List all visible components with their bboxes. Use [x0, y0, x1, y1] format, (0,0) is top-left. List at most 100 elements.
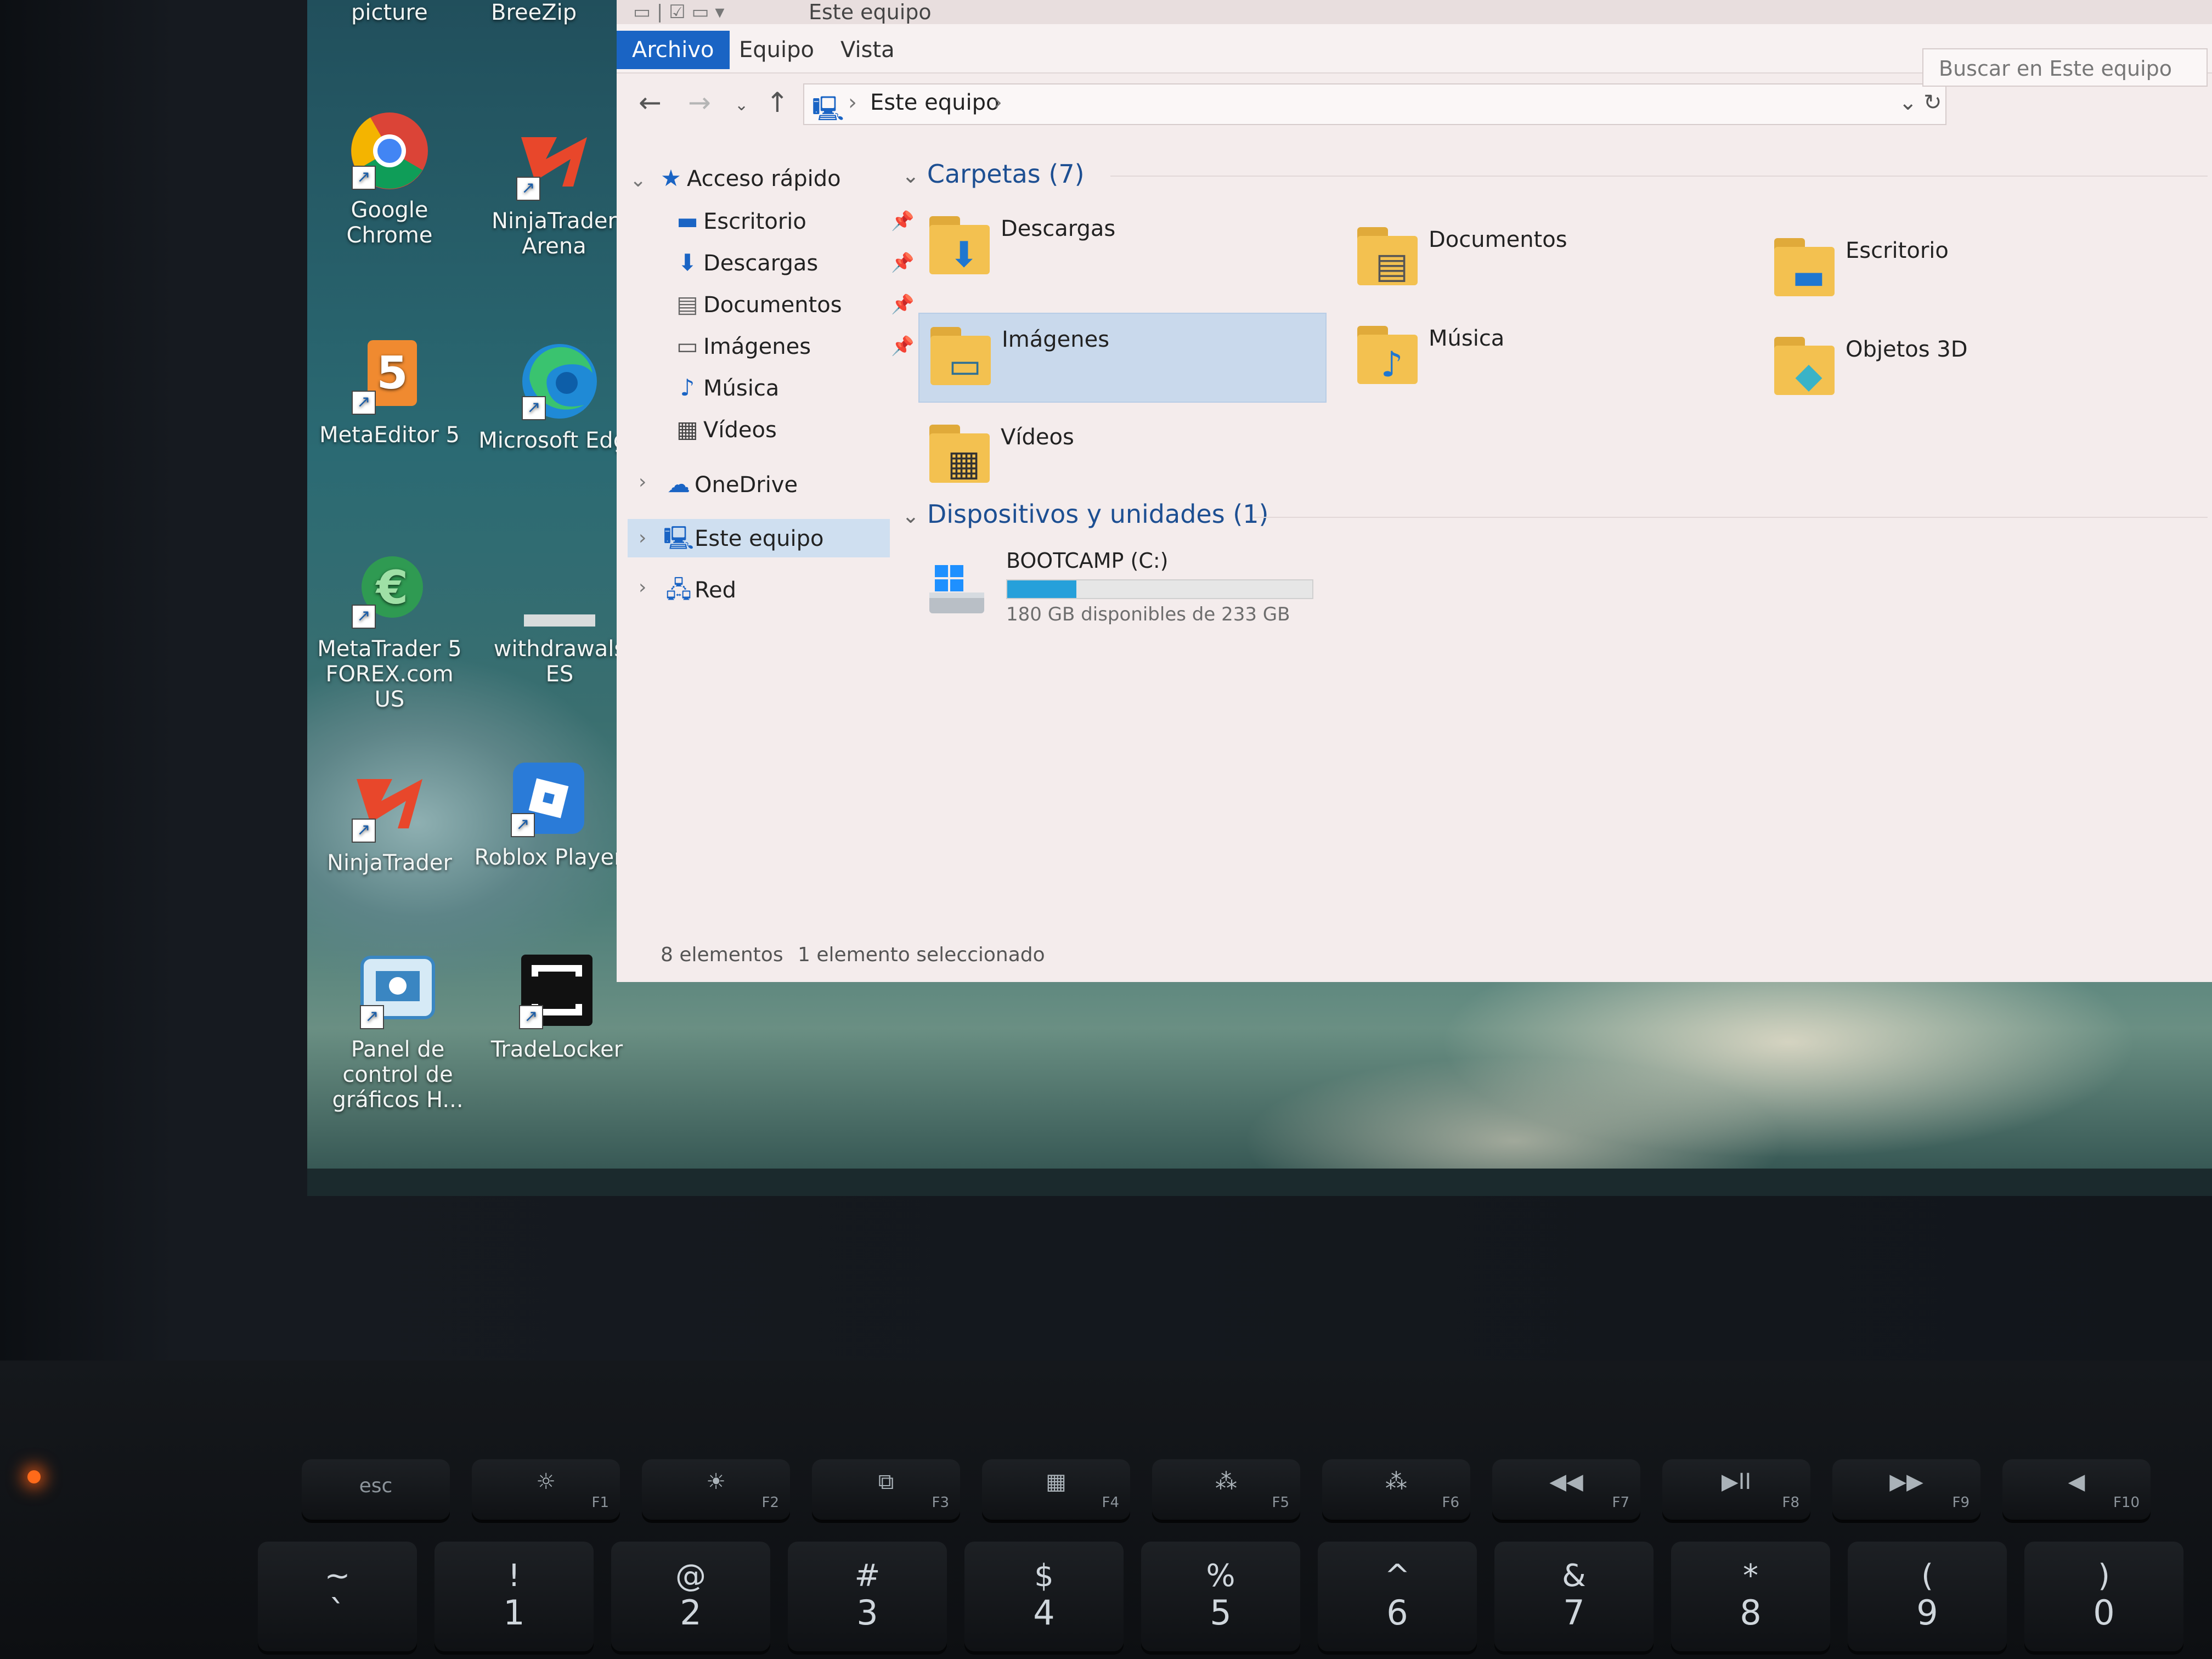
back-arrow-icon[interactable]: ← [639, 87, 662, 119]
breadcrumb-chevron-icon[interactable]: › [994, 90, 1002, 115]
network-icon: 🖧 [665, 576, 692, 603]
nav-descargas[interactable]: ⬇ Descargas 📌 [672, 244, 914, 282]
nav-escritorio[interactable]: ▬ Escritorio 📌 [672, 202, 914, 240]
nav-label: Imágenes [703, 334, 811, 359]
chevron-down-icon[interactable]: ⌄ [630, 169, 646, 191]
computer-icon: 🖳 [663, 524, 695, 551]
quick-access-toolbar[interactable]: ▭ | ☑ ▭ ▾ [633, 1, 724, 23]
key-f2[interactable]: ☀ F2 [642, 1459, 790, 1520]
film-icon: ▦ [947, 443, 981, 484]
desktop-icon-roblox[interactable]: ↗ Roblox Player [466, 757, 631, 870]
desktop-icon-intel-graphics[interactable]: ↗ Panel de control de gráficos H... [315, 949, 480, 1113]
key-2[interactable]: @2 [611, 1542, 770, 1651]
folder-icon: ♪ [1357, 318, 1423, 390]
folder-objetos-3d[interactable]: ◆ Objetos 3D [1763, 324, 2169, 411]
key-f10[interactable]: ◀ F10 [2002, 1459, 2151, 1520]
key-0[interactable]: ) 0 [2024, 1542, 2183, 1651]
key-label: 0 [2093, 1593, 2115, 1633]
tradelocker-icon: ↗ [516, 949, 598, 1031]
nav-este-equipo[interactable]: › 🖳Este equipo [628, 519, 890, 557]
folder-escritorio[interactable]: ▬ Escritorio [1763, 225, 2169, 313]
key-f8[interactable]: ▶II F8 [1662, 1459, 1810, 1520]
address-dropdown-icon[interactable]: ⌄ [1899, 90, 1917, 115]
nav-onedrive[interactable]: ☁ OneDrive [663, 465, 798, 504]
document-icon [518, 549, 601, 631]
key-6[interactable]: ^ 6 [1318, 1542, 1477, 1651]
chevron-right-icon[interactable]: › [639, 519, 646, 557]
desktop-icon-google-chrome[interactable]: ↗ Google Chrome [307, 110, 472, 248]
key-f9[interactable]: ▶▶ F9 [1832, 1459, 1980, 1520]
desktop-icon-ninjatrader-arena[interactable]: ↗ NinjaTrader Arena [472, 121, 636, 259]
folder-icon: ◆ [1774, 329, 1840, 400]
key-label: ⧉ [878, 1469, 894, 1494]
devices-group-header[interactable]: ⌄ Dispositivos y unidades (1) [902, 499, 1268, 529]
chevron-down-icon: ⌄ [902, 504, 919, 528]
recent-locations-chevron-icon[interactable]: ⌄ [735, 95, 748, 115]
nav-documentos[interactable]: ▤ Documentos 📌 [672, 285, 914, 324]
folder-icon: ▭ [930, 319, 996, 391]
key-esc[interactable]: esc [302, 1459, 450, 1520]
forward-arrow-icon[interactable]: → [688, 87, 711, 119]
key-fn-label: F2 [761, 1494, 780, 1511]
nav-label: Música [703, 376, 780, 401]
key-f5[interactable]: ⁂ F5 [1152, 1459, 1300, 1520]
search-input[interactable]: Buscar en Este equipo [1922, 48, 2208, 87]
key-f7[interactable]: ◀◀ F7 [1492, 1459, 1640, 1520]
nav-musica[interactable]: ♪ Música [672, 369, 780, 407]
key-f4[interactable]: ▦ F4 [982, 1459, 1130, 1520]
window-title: Este equipo [809, 0, 932, 24]
key-8[interactable]: * 8 [1671, 1542, 1830, 1651]
nav-videos[interactable]: ▦ Vídeos [672, 410, 777, 449]
up-arrow-icon[interactable]: ↑ [766, 87, 789, 119]
nav-imagenes[interactable]: ▭ Imágenes 📌 [672, 327, 914, 365]
key-3[interactable]: #3 [788, 1542, 947, 1651]
folder-documentos[interactable]: ▤ Documentos [1346, 214, 1752, 302]
key-7[interactable]: & 7 [1494, 1542, 1654, 1651]
folder-label: Objetos 3D [1846, 337, 1968, 362]
desktop-icon-metatrader[interactable]: € ↗ MetaTrader 5 FOREX.com US [307, 549, 472, 712]
chevron-right-icon[interactable]: › [639, 576, 646, 599]
folder-label: Imágenes [1002, 327, 1110, 352]
desktop-icon-tradelocker[interactable]: ↗ TradeLocker [475, 949, 639, 1062]
shortcut-arrow-icon: ↗ [522, 396, 546, 420]
svg-text:€: € [375, 561, 408, 614]
key-shift-label: ! [507, 1558, 521, 1594]
nav-acceso-rapido[interactable]: ★ Acceso rápido [655, 159, 840, 198]
desktop-icon-metaeditor[interactable]: 5 ↗ MetaEditor 5 [307, 335, 472, 448]
chevron-down-icon: ⌄ [902, 163, 919, 188]
tab-vista[interactable]: Vista [825, 31, 910, 69]
folder-icon: ▦ [929, 417, 995, 488]
drive-bootcamp[interactable]: BOOTCAMP (C:) 180 GB disponibles de 233 … [918, 549, 1357, 636]
key-`[interactable]: ~ ` [258, 1542, 417, 1651]
key-f1[interactable]: ☼ F1 [472, 1459, 620, 1520]
breadcrumb-este-equipo[interactable]: Este equipo [870, 90, 999, 115]
desktop-icon-ninjatrader[interactable]: ↗ NinjaTrader [307, 763, 472, 876]
folder-imagenes[interactable]: ▭ Imágenes [918, 313, 1327, 403]
folder-videos[interactable]: ▦ Vídeos [918, 411, 1324, 499]
nav-red[interactable]: 🖧 Red [663, 571, 736, 609]
folder-label: Vídeos [1001, 425, 1074, 450]
key-label: 4 [1033, 1593, 1055, 1633]
svg-text:5: 5 [376, 347, 408, 399]
key-1[interactable]: ! 1 [435, 1542, 594, 1651]
tab-archivo[interactable]: Archivo [617, 31, 730, 69]
folder-label: Descargas [1001, 216, 1116, 241]
chevron-right-icon[interactable]: › [639, 471, 646, 493]
key-shift-label: ( [1921, 1558, 1933, 1594]
key-f3[interactable]: ⧉ F3 [812, 1459, 960, 1520]
key-4[interactable]: $4 [964, 1542, 1124, 1651]
key-shift-label: * [1743, 1558, 1758, 1594]
address-bar[interactable]: 🖳 › Este equipo › ⌄ ↻ [803, 83, 1946, 125]
key-label: 6 [1386, 1593, 1408, 1633]
key-f6[interactable]: ⁂ F6 [1322, 1459, 1470, 1520]
folder-descargas[interactable]: ⬇ Descargas [918, 203, 1324, 291]
status-bar: 8 elementos 1 elemento seleccionado [617, 944, 2212, 977]
folder-musica[interactable]: ♪ Música [1346, 313, 1752, 400]
refresh-icon[interactable]: ↻ [1923, 90, 1942, 115]
key-5[interactable]: % 5 [1141, 1542, 1300, 1651]
drive-usage-fill [1007, 580, 1077, 598]
key-9[interactable]: (9 [1848, 1542, 2007, 1651]
folders-group-header[interactable]: ⌄ Carpetas (7) [902, 159, 1085, 189]
key-fn-label: F3 [932, 1494, 950, 1511]
tab-equipo[interactable]: Equipo [724, 31, 830, 69]
